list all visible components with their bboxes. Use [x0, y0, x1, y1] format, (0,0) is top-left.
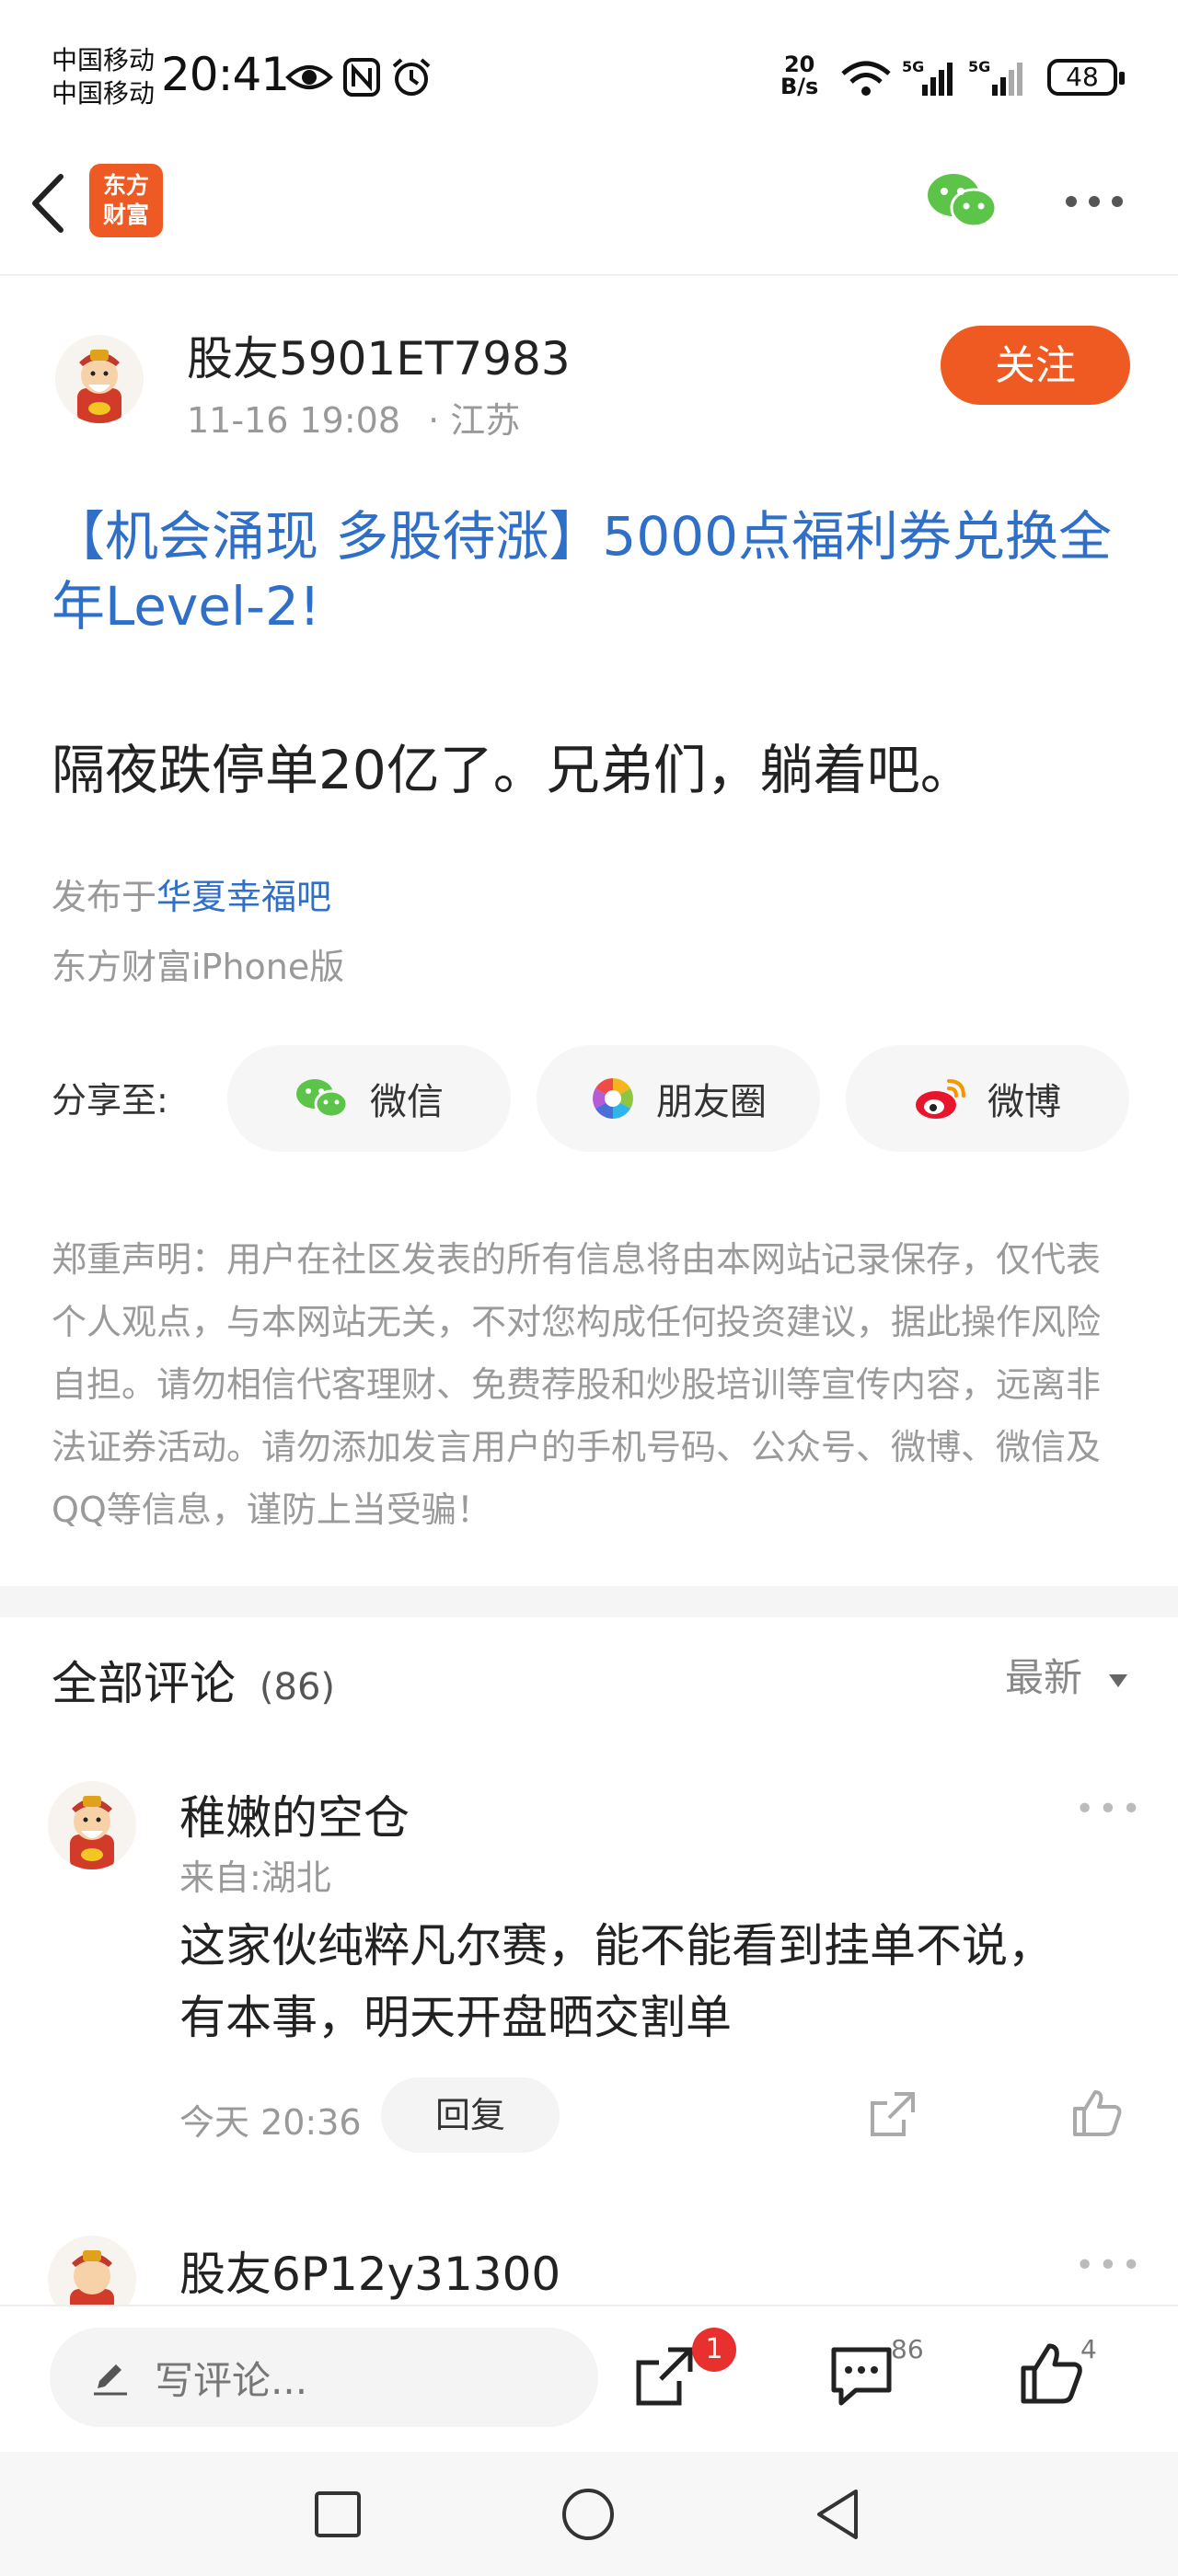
nav-bar — [0, 156, 1178, 276]
like-count: 4 — [1080, 2334, 1097, 2364]
nfc-icon — [343, 58, 380, 97]
share-comment-icon[interactable] — [867, 2088, 918, 2140]
share-label: 分享至: — [52, 1080, 168, 1121]
back-icon[interactable] — [26, 171, 72, 236]
section-divider — [0, 1586, 1178, 1617]
more-menu-icon[interactable] — [1064, 190, 1125, 213]
wifi-icon — [841, 61, 891, 96]
comments-header: 全部评论 (86) — [52, 1647, 335, 1713]
status-bar: 中国移动 中国移动 20:41 20 B/s 5G 5G 48 — [0, 0, 1178, 156]
moments-icon — [593, 1078, 633, 1119]
comments-title: 全部评论 — [52, 1657, 236, 1710]
app-logo: 东方 财富 — [89, 164, 163, 237]
comment-placeholder: 写评论... — [155, 2357, 308, 2403]
like-comment-icon[interactable] — [1071, 2087, 1123, 2138]
share-moments-button[interactable]: 朋友圈 — [537, 1045, 820, 1152]
post-body: 隔夜跌停单20亿了。兄弟们，躺着吧。 — [52, 739, 974, 801]
comment-time: 今天 20:36 — [179, 2102, 362, 2143]
post-meta: 11-16 19:08 · 江苏 — [187, 392, 520, 443]
signal-5g-icon-2: 5G — [968, 58, 1022, 96]
svg-text:5G: 5G — [902, 58, 924, 75]
comment-more-icon[interactable]: ••• — [1075, 2247, 1145, 2284]
comment-icon[interactable] — [828, 2344, 895, 2409]
follow-button[interactable]: 关注 — [941, 326, 1130, 405]
disclaimer-text: 郑重声明：用户在社区发表的所有信息将由本网站记录保存，仅代表个人观点，与本网站无… — [52, 1239, 1102, 1530]
home-icon[interactable] — [560, 2486, 617, 2543]
commenter-name[interactable]: 稚嫩的空仓 — [179, 1781, 410, 1847]
share-weibo-button[interactable]: 微博 — [846, 1045, 1129, 1152]
post-date: 11-16 19:08 — [187, 400, 401, 441]
logo-line-2: 财富 — [102, 201, 149, 228]
forum-link[interactable]: 华夏幸福吧 — [156, 877, 331, 917]
share-post-icon[interactable] — [633, 2344, 698, 2409]
share-weibo-label: 微博 — [987, 1081, 1061, 1123]
wechat-share-icon[interactable] — [926, 171, 998, 232]
caishen-avatar-icon — [77, 350, 121, 423]
signal-5g-icon: 5G — [902, 58, 953, 96]
net-speed: 20 B/s — [780, 53, 818, 98]
eye-icon — [285, 65, 333, 89]
carrier-2: 中国移动 — [52, 78, 156, 109]
carrier-info: 中国移动 中国移动 — [52, 44, 155, 110]
post-title-link[interactable]: 【机会涌现 多股待涨】5000点福利券兑换全年Level-2! — [52, 501, 1128, 641]
comment-line-2: 有本事，明天开盘晒交割单 — [179, 1991, 732, 2044]
pencil-icon — [94, 2364, 127, 2396]
published-prefix: 发布于 — [52, 877, 157, 917]
share-moments-label: 朋友圈 — [656, 1081, 767, 1123]
svg-text:5G: 5G — [968, 58, 990, 75]
share-wechat-button[interactable]: 微信 — [227, 1045, 511, 1152]
comment-text: 这家伙纯粹凡尔赛，能不能看到挂单不说， 有本事，明天开盘晒交割单 — [179, 1910, 1054, 2053]
recent-apps-icon[interactable] — [313, 2490, 363, 2539]
share-wechat-label: 微信 — [370, 1081, 444, 1123]
reply-button[interactable]: 回复 — [381, 2077, 560, 2153]
comment-avatar[interactable] — [48, 1781, 136, 1869]
sort-dropdown[interactable]: 最新 — [1005, 1647, 1129, 1703]
author-avatar[interactable] — [55, 335, 144, 423]
logo-line-1: 东方 — [102, 172, 149, 199]
commenter-location: 来自:湖北 — [179, 1857, 331, 1898]
clock: 20:41 — [161, 48, 290, 101]
author-name[interactable]: 股友5901ET7983 — [187, 322, 571, 388]
like-icon[interactable] — [1018, 2340, 1084, 2407]
post-location: · 江苏 — [428, 400, 521, 441]
net-speed-value: 20 — [783, 52, 815, 77]
net-speed-unit: B/s — [780, 74, 819, 99]
comment-more-icon[interactable]: ••• — [1075, 1790, 1145, 1828]
carrier-1: 中国移动 — [52, 45, 156, 75]
comment-count: 86 — [891, 2334, 924, 2364]
caret-down-icon — [1109, 1673, 1128, 1687]
alarm-icon — [392, 58, 431, 96]
weibo-icon — [916, 1079, 965, 1119]
share-badge: 1 — [692, 2328, 736, 2372]
caishen-avatar-icon — [70, 1796, 114, 1869]
post-client: 东方财富iPhone版 — [52, 947, 345, 987]
comment-line-1: 这家伙纯粹凡尔赛，能不能看到挂单不说， — [179, 1919, 1054, 1972]
battery-indicator: 48 — [1047, 59, 1125, 96]
sort-label: 最新 — [1005, 1655, 1083, 1700]
wechat-icon — [296, 1079, 349, 1119]
commenter-name[interactable]: 股友6P12y31300 — [179, 2237, 560, 2304]
comments-count: (86) — [259, 1666, 336, 1708]
published-in: 发布于华夏幸福吧 — [52, 868, 331, 919]
back-nav-icon[interactable] — [812, 2486, 863, 2543]
comment-input[interactable]: 写评论... — [50, 2328, 598, 2427]
